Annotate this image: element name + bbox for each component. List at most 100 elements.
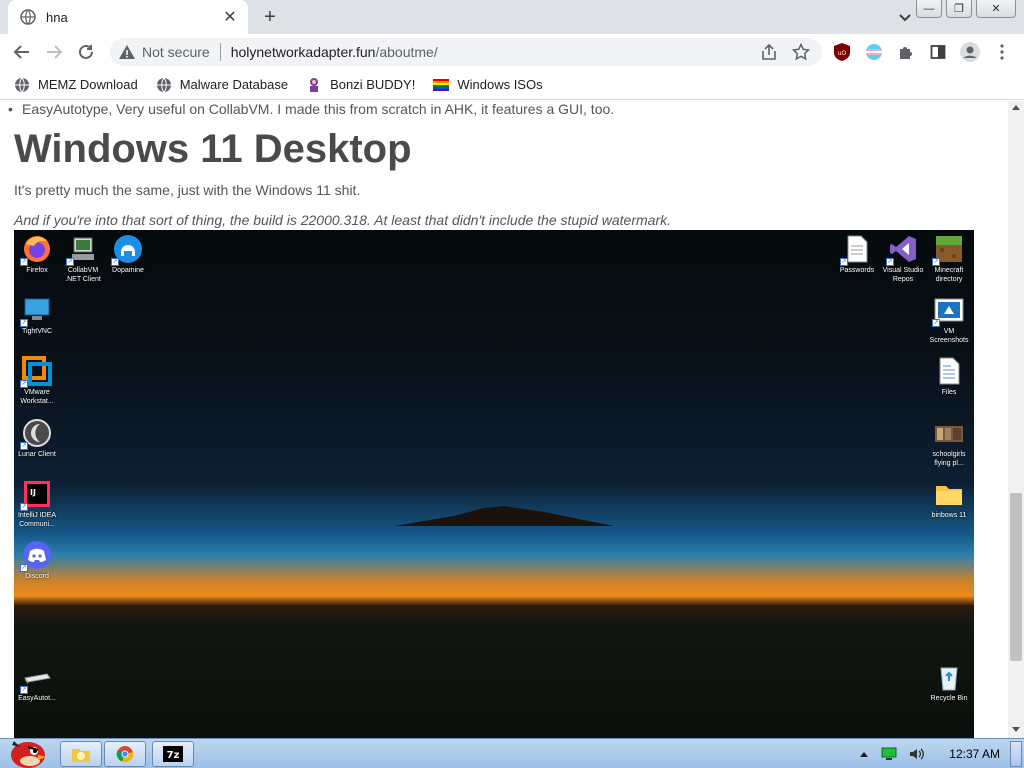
shortcut-arrow-icon: ↗ bbox=[20, 258, 28, 266]
taskbar-7zip-button[interactable]: 7z bbox=[152, 741, 194, 767]
maximize-button[interactable]: ❐ bbox=[946, 0, 972, 18]
browser-tab[interactable]: hna ✕ bbox=[8, 0, 248, 34]
desktop-icon-discord[interactable]: ↗ Discord bbox=[14, 540, 61, 581]
globe-icon bbox=[156, 77, 171, 92]
taskbar: 7z 12:37 AM bbox=[0, 738, 1024, 768]
scroll-down-icon[interactable] bbox=[1012, 727, 1020, 732]
bookmark-bonzi-buddy[interactable]: Bonzi BUDDY! bbox=[306, 77, 415, 93]
close-tab-icon[interactable]: ✕ bbox=[220, 7, 240, 27]
tab-title: hna bbox=[46, 9, 68, 25]
system-tray: 12:37 AM bbox=[859, 739, 1000, 768]
rainbow-flag-icon bbox=[433, 78, 450, 91]
desktop-icon-easyautotype[interactable]: ↗ EasyAutot... bbox=[14, 662, 61, 703]
scroll-up-icon[interactable] bbox=[1012, 105, 1020, 110]
desktop-icon-image-file[interactable]: schoolgirls flying pl... bbox=[925, 418, 973, 468]
security-label[interactable]: Not secure bbox=[142, 44, 210, 60]
bookmark-label: Windows ISOs bbox=[457, 77, 543, 92]
new-tab-button[interactable]: + bbox=[258, 6, 282, 28]
icon-label: Lunar Client bbox=[18, 451, 56, 458]
desktop-icon-minecraft[interactable]: ↗ Minecraft directory bbox=[925, 234, 973, 284]
tab-strip: hna ✕ + — ❐ ✕ bbox=[0, 0, 1024, 34]
share-icon[interactable] bbox=[760, 43, 778, 61]
desktop-icon-passwords[interactable]: ↗ Passwords bbox=[833, 234, 881, 275]
shortcut-arrow-icon: ↗ bbox=[20, 319, 28, 327]
desktop-icon-vmware[interactable]: ↗ VMware Workstat... bbox=[14, 356, 61, 406]
taskbar-explorer-button[interactable] bbox=[60, 741, 102, 767]
url-path: /aboutme/ bbox=[375, 44, 438, 60]
arrow-left-icon bbox=[13, 45, 29, 59]
desktop-screenshot-image: ↗ Firefox ↗ CollabVM .NET Client ↗ Dopam… bbox=[14, 230, 974, 738]
address-bar[interactable]: Not secure holynetworkadapter.fun /about… bbox=[110, 38, 822, 66]
bookmark-label: MEMZ Download bbox=[38, 77, 138, 92]
shortcut-arrow-icon: ↗ bbox=[20, 686, 28, 694]
bookmark-windows-isos[interactable]: Windows ISOs bbox=[433, 77, 543, 93]
bookmark-malware-database[interactable]: Malware Database bbox=[156, 77, 288, 93]
icon-label: binbows 11 bbox=[931, 512, 967, 519]
back-button[interactable] bbox=[10, 40, 34, 64]
icon-label: Recycle Bin bbox=[930, 695, 968, 702]
reload-button[interactable] bbox=[74, 40, 98, 64]
url-host: holynetworkadapter.fun bbox=[230, 44, 376, 60]
desktop-icon-firefox[interactable]: ↗ Firefox bbox=[14, 234, 61, 275]
more-menu-icon[interactable] bbox=[992, 42, 1012, 62]
shortcut-arrow-icon: ↗ bbox=[840, 258, 848, 266]
bonzi-icon bbox=[310, 77, 319, 92]
folder-icon bbox=[936, 486, 962, 505]
desktop-icon-recycle-bin[interactable]: Recycle Bin bbox=[925, 662, 973, 703]
svg-text:IJ: IJ bbox=[30, 488, 36, 497]
shortcut-arrow-icon: ↗ bbox=[111, 258, 119, 266]
close-window-button[interactable]: ✕ bbox=[976, 0, 1016, 18]
trans-flag-extension-icon[interactable] bbox=[864, 42, 884, 62]
desktop-icon-vm-screenshots[interactable]: ↗ VM Screenshots bbox=[925, 295, 973, 345]
svg-text:uO: uO bbox=[838, 50, 847, 57]
profile-avatar-icon[interactable] bbox=[960, 42, 980, 62]
shortcut-arrow-icon: ↗ bbox=[20, 503, 28, 511]
desktop-icon-lunar-client[interactable]: ↗ Lunar Client bbox=[14, 418, 61, 459]
shortcut-arrow-icon: ↗ bbox=[886, 258, 894, 266]
reload-icon bbox=[79, 44, 93, 59]
scroll-thumb[interactable] bbox=[1010, 493, 1022, 661]
volume-icon[interactable] bbox=[909, 747, 925, 761]
side-panel-icon[interactable] bbox=[928, 42, 948, 62]
desktop-icon-dopamine[interactable]: ↗ Dopamine bbox=[104, 234, 152, 275]
globe-icon bbox=[15, 77, 29, 92]
shortcut-arrow-icon: ↗ bbox=[66, 258, 74, 266]
desktop-icon-files[interactable]: Files bbox=[925, 356, 973, 397]
taskbar-chrome-button[interactable] bbox=[104, 741, 146, 767]
icon-label: CollabVM .NET Client bbox=[65, 267, 101, 283]
chevron-down-icon[interactable] bbox=[896, 8, 914, 26]
ublock-origin-icon[interactable]: uO bbox=[832, 42, 852, 62]
shortcut-arrow-icon: ↗ bbox=[20, 564, 28, 572]
desktop-icon-binbows-11[interactable]: binbows 11 bbox=[925, 479, 973, 520]
desktop-icon-tightvnc[interactable]: ↗ TightVNC bbox=[14, 295, 61, 336]
star-icon[interactable] bbox=[792, 43, 810, 61]
shortcut-arrow-icon: ↗ bbox=[932, 258, 940, 266]
show-desktop-button[interactable] bbox=[1010, 741, 1022, 767]
show-hidden-icons-icon[interactable] bbox=[859, 750, 869, 758]
paragraph: It's pretty much the same, just with the… bbox=[14, 182, 361, 198]
browser-toolbar: Not secure holynetworkadapter.fun /about… bbox=[0, 34, 1024, 70]
chrome-icon bbox=[116, 746, 134, 763]
svg-text:7z: 7z bbox=[167, 750, 180, 761]
icon-label: Discord bbox=[25, 573, 49, 580]
window-controls: — ❐ ✕ bbox=[916, 0, 1016, 18]
desktop-icon-collabvm[interactable]: ↗ CollabVM .NET Client bbox=[59, 234, 107, 284]
bookmark-memz-download[interactable]: MEMZ Download bbox=[14, 77, 138, 93]
network-icon[interactable] bbox=[881, 747, 897, 761]
angry-bird-icon bbox=[11, 741, 46, 768]
start-button[interactable] bbox=[4, 731, 48, 768]
desktop-icon-intellij[interactable]: IJ ↗ IntelliJ IDEA Communi... bbox=[14, 479, 61, 529]
globe-icon bbox=[20, 9, 36, 25]
warning-icon[interactable] bbox=[118, 43, 136, 61]
icon-label: Dopamine bbox=[112, 267, 144, 274]
clock[interactable]: 12:37 AM bbox=[949, 747, 1000, 761]
desktop-icon-visual-studio-repos[interactable]: ↗ Visual Studio Repos bbox=[879, 234, 927, 284]
minimize-button[interactable]: — bbox=[916, 0, 942, 18]
icon-label: Passwords bbox=[839, 267, 875, 274]
bookmark-label: Malware Database bbox=[179, 77, 289, 92]
page-scrollbar[interactable] bbox=[1008, 101, 1024, 738]
extensions-puzzle-icon[interactable] bbox=[896, 42, 916, 62]
paragraph-italic: And if you're into that sort of thing, t… bbox=[14, 212, 671, 228]
forward-button[interactable] bbox=[42, 40, 66, 64]
icon-label: Visual Studio Repos bbox=[882, 267, 924, 283]
